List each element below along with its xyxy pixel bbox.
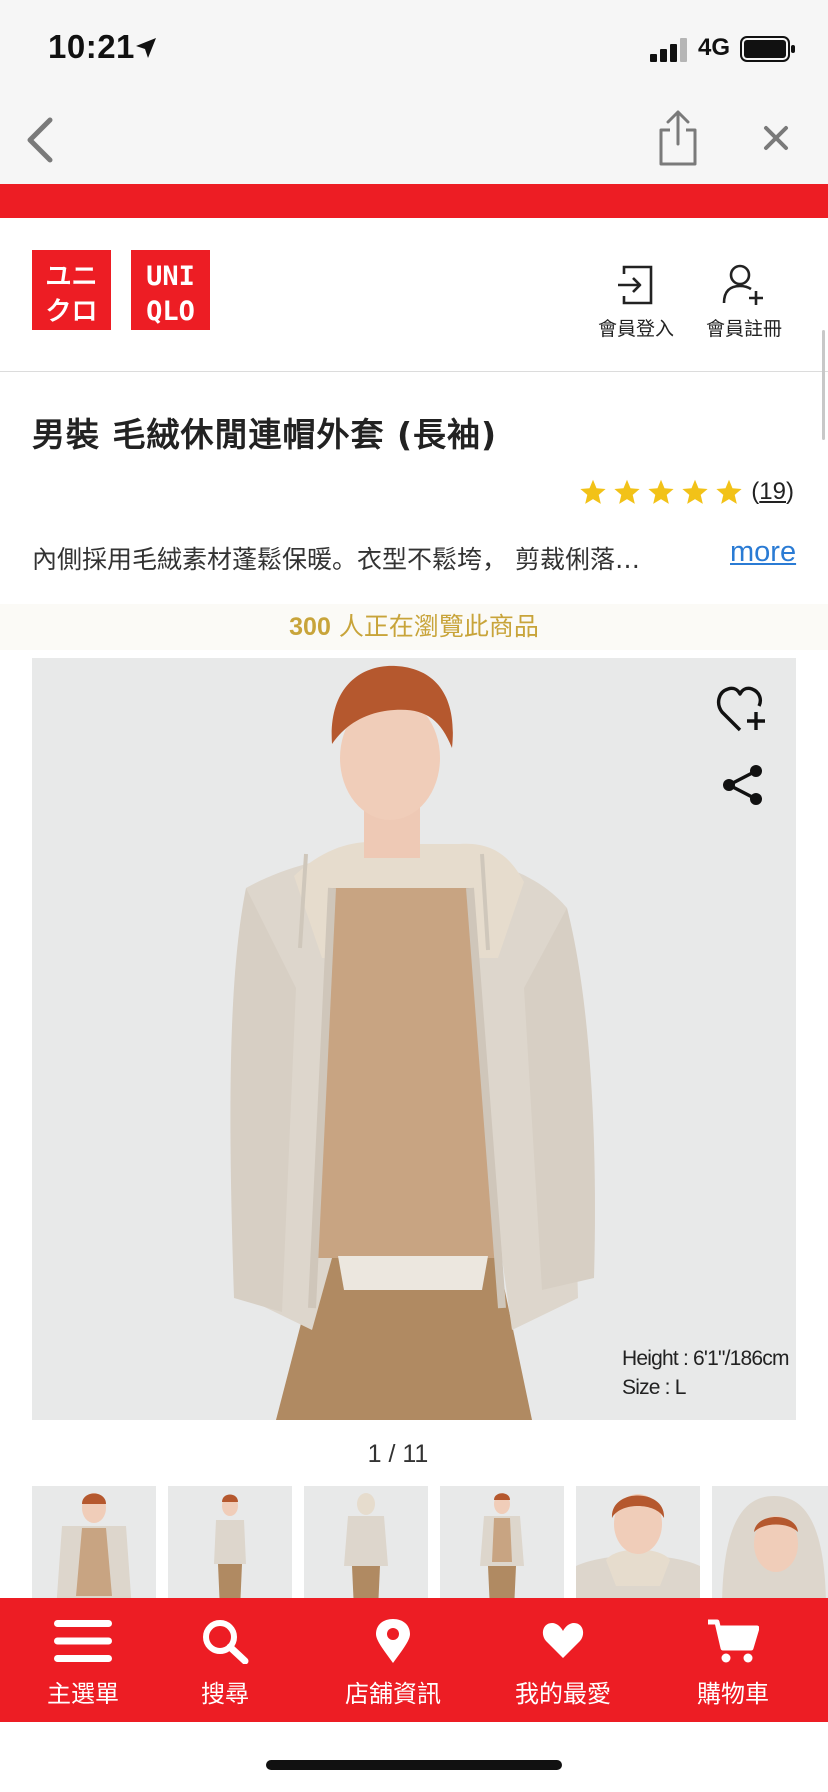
tab-label: 我的最愛 xyxy=(515,1680,611,1708)
tab-favorites[interactable]: 我的最愛 xyxy=(488,1598,638,1722)
share-nodes-icon[interactable] xyxy=(720,762,766,808)
product-description: 內側採用毛絨素材蓬鬆保暖。衣型不鬆垮， 剪裁俐落… xyxy=(32,545,640,574)
svg-text:UNI: UNI xyxy=(146,261,195,292)
back-chevron-icon[interactable] xyxy=(20,112,60,168)
tab-cart[interactable]: 購物車 xyxy=(658,1598,808,1722)
star-icon xyxy=(682,479,708,504)
more-link[interactable]: more xyxy=(730,536,796,569)
svg-text:QLO: QLO xyxy=(146,296,195,327)
location-pin-icon xyxy=(376,1619,410,1663)
menu-icon xyxy=(54,1620,112,1662)
model-height: Height : 6'1"/186cm xyxy=(622,1347,790,1370)
product-thumbnail[interactable] xyxy=(304,1486,428,1598)
tab-store-info[interactable]: 店舖資訊 xyxy=(318,1598,468,1722)
svg-text:ユニ: ユニ xyxy=(45,262,97,292)
login-button[interactable]: 會員登入 xyxy=(586,264,686,341)
add-to-wishlist-icon[interactable] xyxy=(716,684,768,734)
product-rating[interactable]: (19) xyxy=(579,478,794,506)
tab-label: 搜尋 xyxy=(201,1680,249,1708)
tab-search[interactable]: 搜尋 xyxy=(150,1598,300,1722)
product-title: 男裝 毛絨休閒連帽外套 (長袖) xyxy=(32,415,498,454)
rating-stars xyxy=(579,478,743,506)
add-user-icon xyxy=(722,264,763,305)
register-button[interactable]: 會員註冊 xyxy=(694,264,794,341)
product-thumbnail[interactable] xyxy=(168,1486,292,1598)
share-icon[interactable] xyxy=(656,108,700,168)
status-bar: 10:21 4G xyxy=(0,0,828,96)
star-icon xyxy=(614,479,640,504)
star-icon xyxy=(648,479,674,504)
thumbnail-strip xyxy=(32,1486,828,1598)
product-main-image[interactable]: Height : 6'1"/186cm Size : L xyxy=(32,658,796,1420)
star-icon xyxy=(716,479,742,504)
product-photo xyxy=(32,658,796,1420)
review-count: (19) xyxy=(751,478,794,505)
tab-label: 店舖資訊 xyxy=(345,1680,441,1708)
register-label: 會員註冊 xyxy=(705,318,782,340)
signal-icon xyxy=(650,38,687,62)
battery-icon xyxy=(740,36,795,62)
viewers-banner: 300 人正在瀏覽此商品 xyxy=(0,604,828,650)
network-label: 4G xyxy=(698,34,731,61)
product-thumbnail[interactable] xyxy=(32,1486,156,1598)
site-header: ユニ クロ UNI QLO 會員登入 會員註冊 xyxy=(0,218,828,372)
product-thumbnail[interactable] xyxy=(440,1486,564,1598)
cart-icon xyxy=(708,1619,759,1663)
viewers-text: 人正在瀏覽此商品 xyxy=(330,612,539,641)
tab-main-menu[interactable]: 主選單 xyxy=(8,1598,158,1722)
heart-icon xyxy=(542,1623,584,1658)
status-time: 10:21 xyxy=(48,28,135,65)
login-label: 會員登入 xyxy=(597,318,674,340)
bottom-tab-bar: 主選單 搜尋 店舖資訊 我的最愛 購物車 xyxy=(0,1598,828,1722)
image-pager: 1 / 11 xyxy=(367,1440,429,1468)
tab-label: 主選單 xyxy=(47,1680,119,1708)
tab-label: 購物車 xyxy=(697,1680,769,1708)
location-arrow-icon xyxy=(136,38,156,58)
product-thumbnail[interactable] xyxy=(712,1486,828,1598)
review-count-number: 19 xyxy=(759,478,786,505)
scroll-indicator xyxy=(822,330,825,440)
promo-banner-strip xyxy=(0,184,828,218)
browser-nav-bar xyxy=(0,96,828,184)
model-info: Height : 6'1"/186cm Size : L xyxy=(622,1344,790,1402)
login-icon xyxy=(618,265,653,305)
close-icon[interactable] xyxy=(756,118,796,158)
uniqlo-logo[interactable]: ユニ クロ UNI QLO xyxy=(32,250,210,330)
model-size: Size : L xyxy=(622,1376,686,1399)
star-icon xyxy=(580,479,606,504)
viewers-count: 300 xyxy=(289,613,331,641)
svg-text:クロ: クロ xyxy=(45,297,97,327)
home-indicator-area xyxy=(0,1722,828,1792)
search-icon xyxy=(203,1620,249,1664)
home-indicator[interactable] xyxy=(266,1760,562,1770)
product-thumbnail[interactable] xyxy=(576,1486,700,1598)
